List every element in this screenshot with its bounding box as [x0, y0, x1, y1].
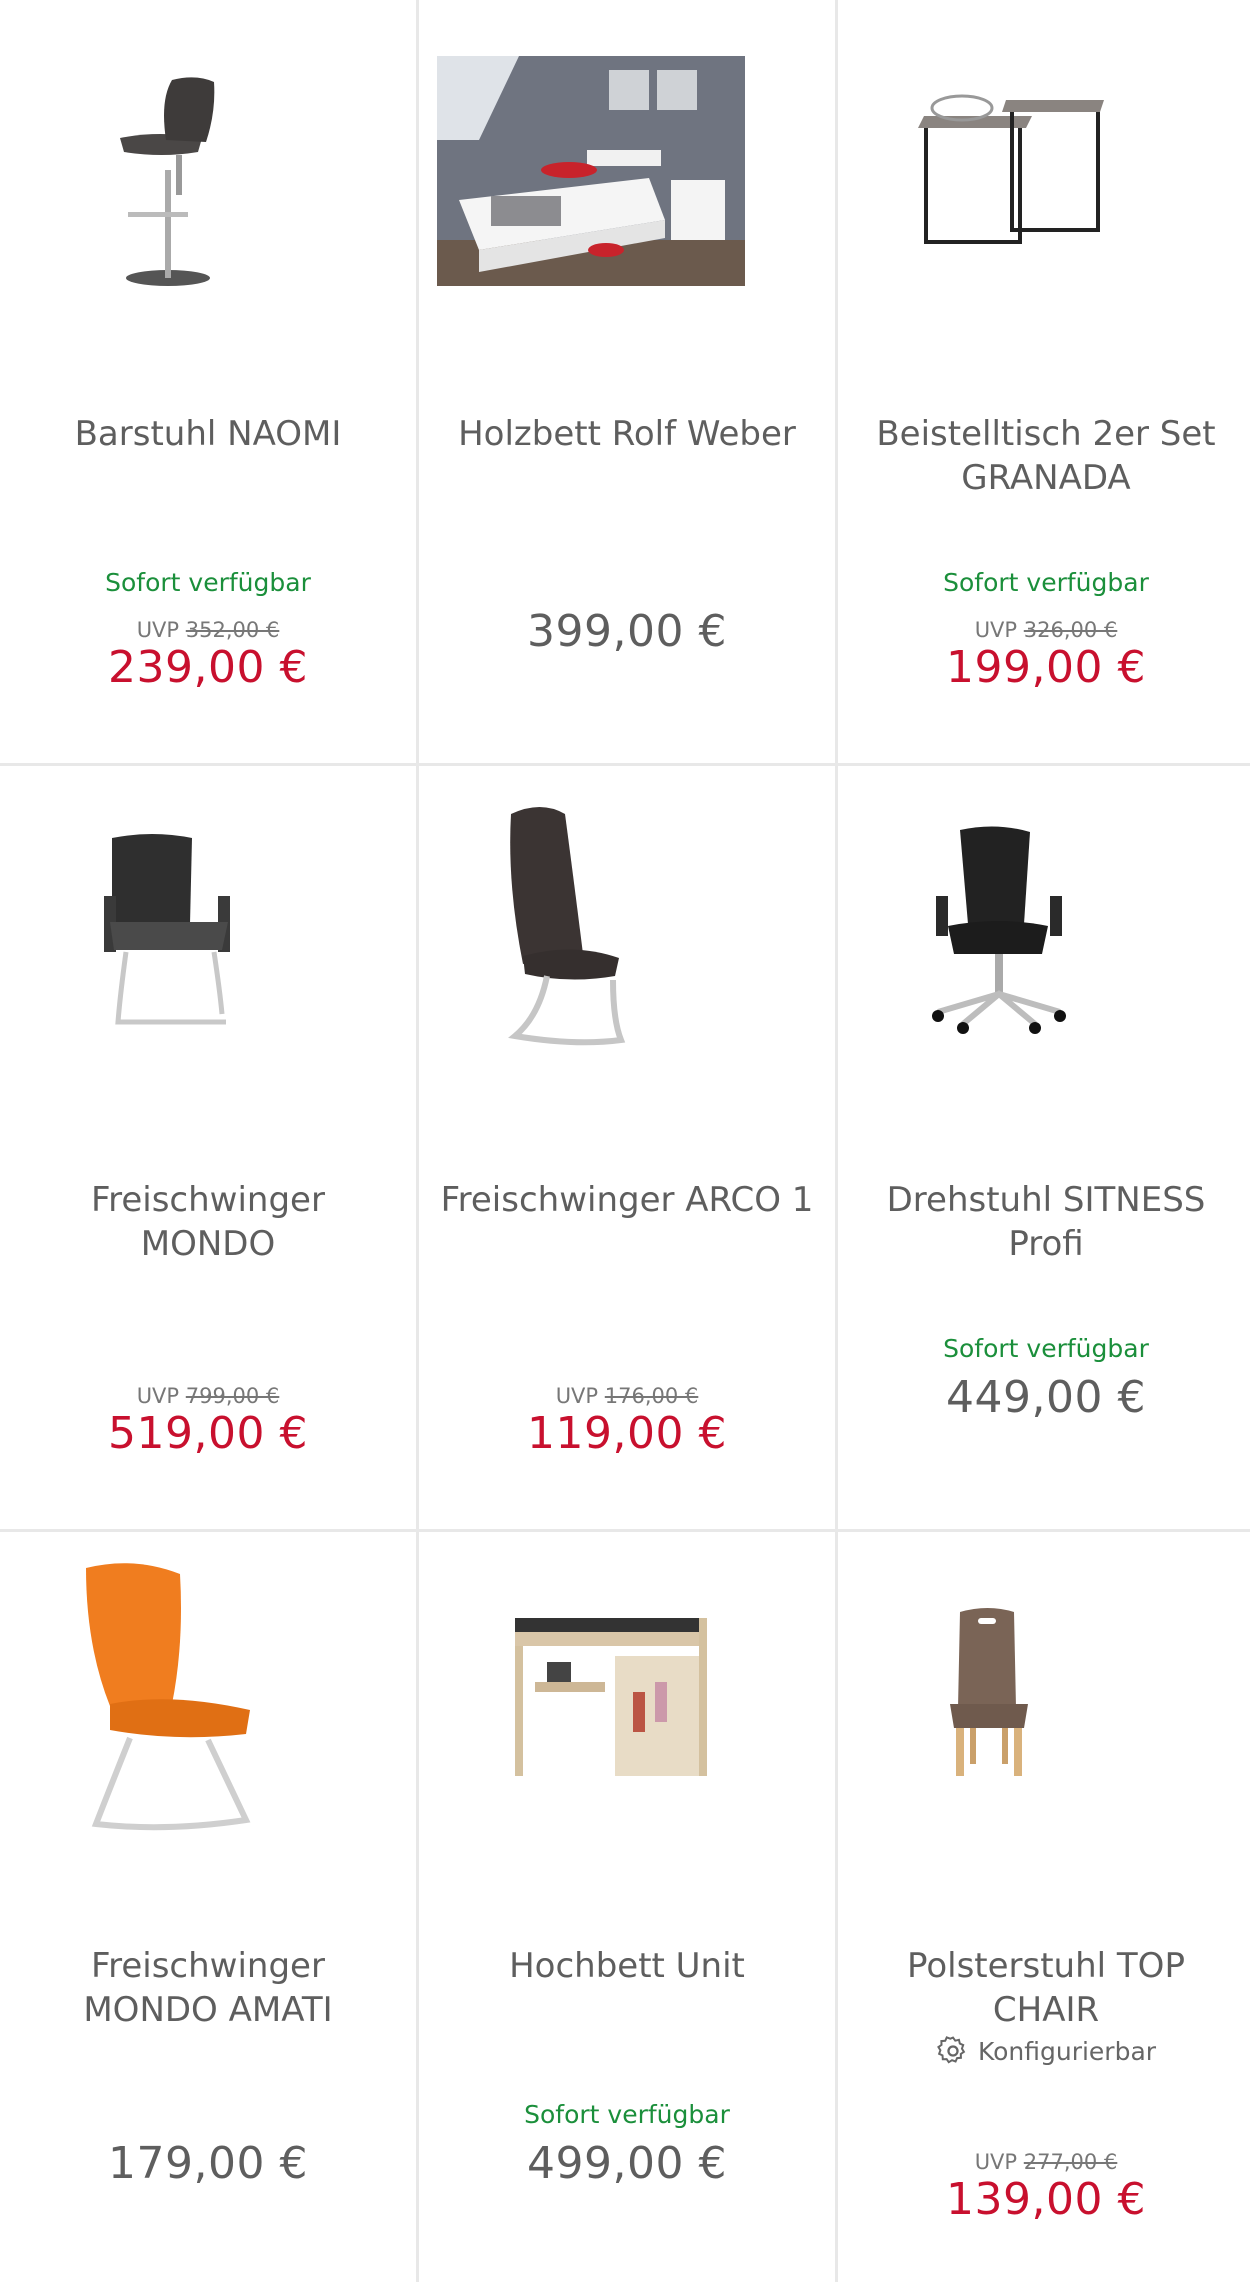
product-card[interactable]: Polsterstuhl TOP CHAIR Konfigurierbar UV… — [838, 1532, 1250, 2295]
price: 449,00 € — [946, 1372, 1146, 1423]
side-tables-image — [918, 94, 1104, 244]
product-card[interactable]: Freischwinger ARCO 1 UVP 176,00 € 119,00… — [419, 766, 835, 1529]
price: 399,00 € — [527, 606, 727, 657]
price: 499,00 € — [527, 2138, 727, 2189]
availability-label: Sofort verfügbar — [943, 1334, 1149, 1363]
column-divider — [835, 0, 838, 2282]
product-title[interactable]: Drehstuhl SITNESS Profi — [858, 1178, 1234, 1266]
product-image[interactable] — [419, 1532, 835, 1912]
product-title[interactable]: Hochbett Unit — [439, 1944, 815, 1988]
uvp-price: 352,00 € — [185, 618, 280, 642]
bar-stool-image — [120, 77, 215, 286]
product-title[interactable]: Freischwinger MONDO — [20, 1178, 396, 1266]
uvp-row: UVP 326,00 € — [838, 618, 1250, 642]
product-card[interactable]: Drehstuhl SITNESS Profi Sofort verfügbar… — [838, 766, 1250, 1529]
availability-label: Sofort verfügbar — [943, 568, 1149, 597]
availability-label: Sofort verfügbar — [524, 2100, 730, 2129]
uvp-row: UVP 352,00 € — [0, 618, 416, 642]
product-card[interactable]: Hochbett Unit Sofort verfügbar 499,00 € — [419, 1532, 835, 2295]
uvp-price: 277,00 € — [1023, 2150, 1118, 2174]
product-title[interactable]: Beistelltisch 2er Set GRANADA — [858, 412, 1234, 500]
uvp-label: UVP — [974, 2150, 1018, 2174]
uvp-row: UVP 277,00 € — [838, 2150, 1250, 2174]
gear-icon — [937, 2036, 966, 2064]
cantilever-armchair-image — [104, 834, 230, 1025]
configurable-label: Konfigurierbar — [977, 2036, 1157, 2066]
sale-price: 119,00 € — [527, 1408, 727, 1459]
product-card[interactable]: Holzbett Rolf Weber 399,00 € — [419, 0, 835, 763]
upholstered-chair-image — [950, 1608, 1028, 1776]
row-divider — [0, 1529, 1250, 1532]
uvp-label: UVP — [136, 618, 180, 642]
sale-price: 199,00 € — [946, 642, 1146, 693]
uvp-row: UVP 176,00 € — [419, 1384, 835, 1408]
cantilever-chair-image — [508, 807, 626, 1046]
product-title[interactable]: Barstuhl NAOMI — [20, 412, 396, 456]
product-image[interactable] — [838, 0, 1250, 380]
product-grid: Barstuhl NAOMI Sofort verfügbar UVP 352,… — [0, 0, 1250, 2282]
office-chair-image — [932, 826, 1066, 1034]
uvp-label: UVP — [555, 1384, 599, 1408]
product-card[interactable]: Barstuhl NAOMI Sofort verfügbar UVP 352,… — [0, 0, 416, 763]
product-image[interactable] — [838, 766, 1250, 1146]
product-image[interactable] — [419, 0, 835, 380]
uvp-price: 176,00 € — [604, 1384, 699, 1408]
uvp-label: UVP — [974, 618, 1018, 642]
product-card[interactable]: Freischwinger MONDO AMATI 179,00 € — [0, 1532, 416, 2295]
sale-price: 519,00 € — [108, 1408, 308, 1459]
product-card[interactable]: Beistelltisch 2er Set GRANADA Sofort ver… — [838, 0, 1250, 763]
uvp-label: UVP — [136, 1384, 180, 1408]
row-divider — [0, 763, 1250, 766]
loft-bed-image — [515, 1618, 707, 1776]
uvp-price: 326,00 € — [1023, 618, 1118, 642]
price: 179,00 € — [108, 2138, 308, 2189]
product-image[interactable] — [0, 766, 416, 1146]
product-image[interactable] — [419, 766, 835, 1146]
product-image[interactable] — [838, 1532, 1250, 1912]
configurable-badge[interactable]: Konfigurierbar — [838, 2034, 1250, 2068]
column-divider — [416, 0, 419, 2282]
availability-label: Sofort verfügbar — [105, 568, 311, 597]
product-title[interactable]: Polsterstuhl TOP CHAIR — [858, 1944, 1234, 2032]
sale-price: 139,00 € — [946, 2174, 1146, 2225]
sale-price: 239,00 € — [108, 642, 308, 693]
product-image[interactable] — [0, 1532, 416, 1912]
product-title[interactable]: Freischwinger ARCO 1 — [439, 1178, 815, 1222]
wooden-bed-image — [437, 56, 745, 286]
uvp-price: 799,00 € — [185, 1384, 280, 1408]
uvp-row: UVP 799,00 € — [0, 1384, 416, 1408]
product-image[interactable] — [0, 0, 416, 380]
orange-chair-image — [86, 1563, 251, 1831]
product-title[interactable]: Freischwinger MONDO AMATI — [20, 1944, 396, 2032]
product-card[interactable]: Freischwinger MONDO UVP 799,00 € 519,00 … — [0, 766, 416, 1529]
product-title[interactable]: Holzbett Rolf Weber — [439, 412, 815, 456]
